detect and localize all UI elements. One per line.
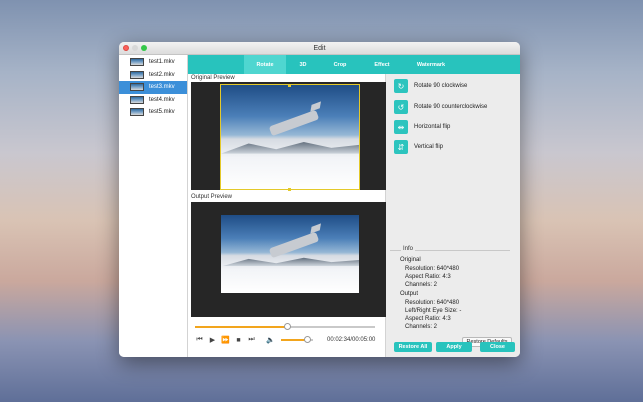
play-icon[interactable]: ▶ <box>206 336 219 344</box>
info-original-aspect: Aspect Ratio: 4:3 <box>405 274 451 280</box>
next-icon[interactable]: ⏭ <box>245 336 258 344</box>
option-label: Vertical flip <box>414 144 444 150</box>
file-list: test1.mkv test2.mkv test3.mkv test4.mkv … <box>119 55 188 357</box>
horizontal-flip-icon: ⇹ <box>394 120 408 134</box>
info-original-resolution: Resolution: 640*480 <box>405 266 460 272</box>
file-item[interactable]: test1.mkv <box>119 56 187 69</box>
crop-handle[interactable] <box>288 84 291 87</box>
file-item[interactable]: test3.mkv <box>119 81 187 94</box>
close-button[interactable]: Close <box>480 342 515 352</box>
volume-icon[interactable]: 🔈 <box>264 336 277 344</box>
apply-button[interactable]: Apply <box>436 342 472 352</box>
crop-handle[interactable] <box>288 188 291 191</box>
restore-all-button[interactable]: Restore All <box>394 342 432 352</box>
info-output-heading: Output <box>400 291 419 297</box>
tab-bar: Rotate 3D Crop Effect Watermark <box>188 55 520 74</box>
video-thumbnail <box>130 108 144 117</box>
original-video-frame[interactable] <box>220 84 360 190</box>
info-output-aspect: Aspect Ratio: 4:3 <box>405 316 451 322</box>
info-legend: Info <box>401 246 416 252</box>
preview-panel: Original Preview Output Preview ⏮ ▶ ⏩ ■ … <box>188 74 386 357</box>
output-preview <box>191 202 386 317</box>
close-window-button[interactable] <box>123 45 129 51</box>
info-output-eye-size: Left/Right Eye Size: - <box>405 308 462 314</box>
info-original-channels: Channels: 2 <box>405 282 438 288</box>
file-name: test4.mkv <box>149 96 175 103</box>
rotate-clockwise-icon: ↻ <box>394 79 408 93</box>
option-label: Rotate 90 counterclockwise <box>414 104 488 110</box>
rotate-counterclockwise-option[interactable]: ↺ Rotate 90 counterclockwise <box>394 100 487 114</box>
option-label: Horizontal flip <box>414 124 451 130</box>
editor-main: Rotate 3D Crop Effect Watermark Original… <box>188 55 520 357</box>
info-output-resolution: Resolution: 640*480 <box>405 300 460 306</box>
original-preview <box>191 82 386 191</box>
window-title: Edit <box>313 44 326 52</box>
timecode: 00:02:34/00:05:00 <box>327 337 376 343</box>
edit-window: Edit test1.mkv test2.mkv test3.mkv test4… <box>119 42 520 357</box>
info-original-heading: Original <box>400 257 421 263</box>
output-preview-label: Output Preview <box>191 194 233 200</box>
info-output-channels: Channels: 2 <box>405 324 438 330</box>
tab-3d[interactable]: 3D <box>282 55 324 74</box>
file-item[interactable]: test4.mkv <box>119 94 187 107</box>
original-preview-label: Original Preview <box>191 75 235 81</box>
seek-bar[interactable] <box>195 323 375 330</box>
video-thumbnail <box>130 70 144 79</box>
zoom-window-button[interactable] <box>141 45 147 51</box>
seek-handle[interactable] <box>283 323 291 330</box>
rotate-counterclockwise-icon: ↺ <box>394 100 408 114</box>
rotate-clockwise-option[interactable]: ↻ Rotate 90 clockwise <box>394 79 467 93</box>
file-name: test5.mkv <box>149 109 175 116</box>
tab-crop[interactable]: Crop <box>319 55 361 74</box>
file-name: test2.mkv <box>149 71 175 78</box>
rotate-options-panel: ↻ Rotate 90 clockwise ↺ Rotate 90 counte… <box>386 74 520 357</box>
option-label: Rotate 90 clockwise <box>414 83 468 89</box>
vertical-flip-option[interactable]: ⇵ Vertical flip <box>394 140 443 154</box>
video-thumbnail <box>130 83 144 92</box>
volume-slider[interactable] <box>281 336 313 343</box>
window-controls <box>123 45 147 51</box>
file-item[interactable]: test2.mkv <box>119 69 187 82</box>
file-item[interactable]: test5.mkv <box>119 106 187 119</box>
title-bar: Edit <box>119 42 520 55</box>
tab-effect[interactable]: Effect <box>361 55 403 74</box>
output-video-frame <box>221 215 359 293</box>
horizontal-flip-option[interactable]: ⇹ Horizontal flip <box>394 120 450 134</box>
stop-icon[interactable]: ■ <box>232 337 245 344</box>
minimize-window-button[interactable] <box>132 45 138 51</box>
vertical-flip-icon: ⇵ <box>394 140 408 154</box>
player-controls: ⏮ ▶ ⏩ ■ ⏭ 🔈 00:02:34/00:05:00 <box>193 335 383 345</box>
video-thumbnail <box>130 58 144 67</box>
tab-rotate[interactable]: Rotate <box>244 55 286 74</box>
file-name: test1.mkv <box>149 59 175 66</box>
info-panel: Info Original Resolution: 640*480 Aspect… <box>390 246 510 338</box>
fast-forward-icon[interactable]: ⏩ <box>219 336 232 344</box>
seek-progress <box>195 326 287 328</box>
video-thumbnail <box>130 95 144 104</box>
volume-handle[interactable] <box>304 336 312 343</box>
tab-watermark[interactable]: Watermark <box>410 55 452 74</box>
previous-icon[interactable]: ⏮ <box>193 336 206 344</box>
file-name: test3.mkv <box>149 84 175 91</box>
